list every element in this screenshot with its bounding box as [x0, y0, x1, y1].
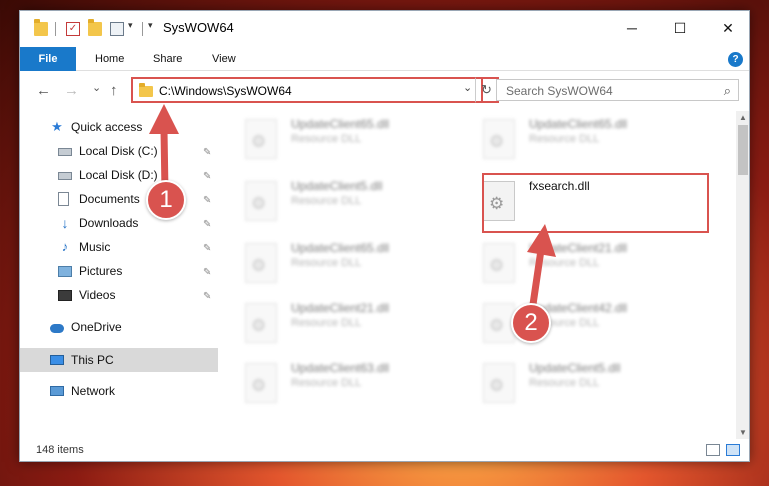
step-badge-1: 1 — [146, 180, 186, 220]
annotation-arrows — [149, 104, 556, 322]
arrow-1-head — [149, 104, 179, 134]
step-badge-2: 2 — [511, 303, 551, 343]
arrow-2-head — [527, 224, 556, 257]
